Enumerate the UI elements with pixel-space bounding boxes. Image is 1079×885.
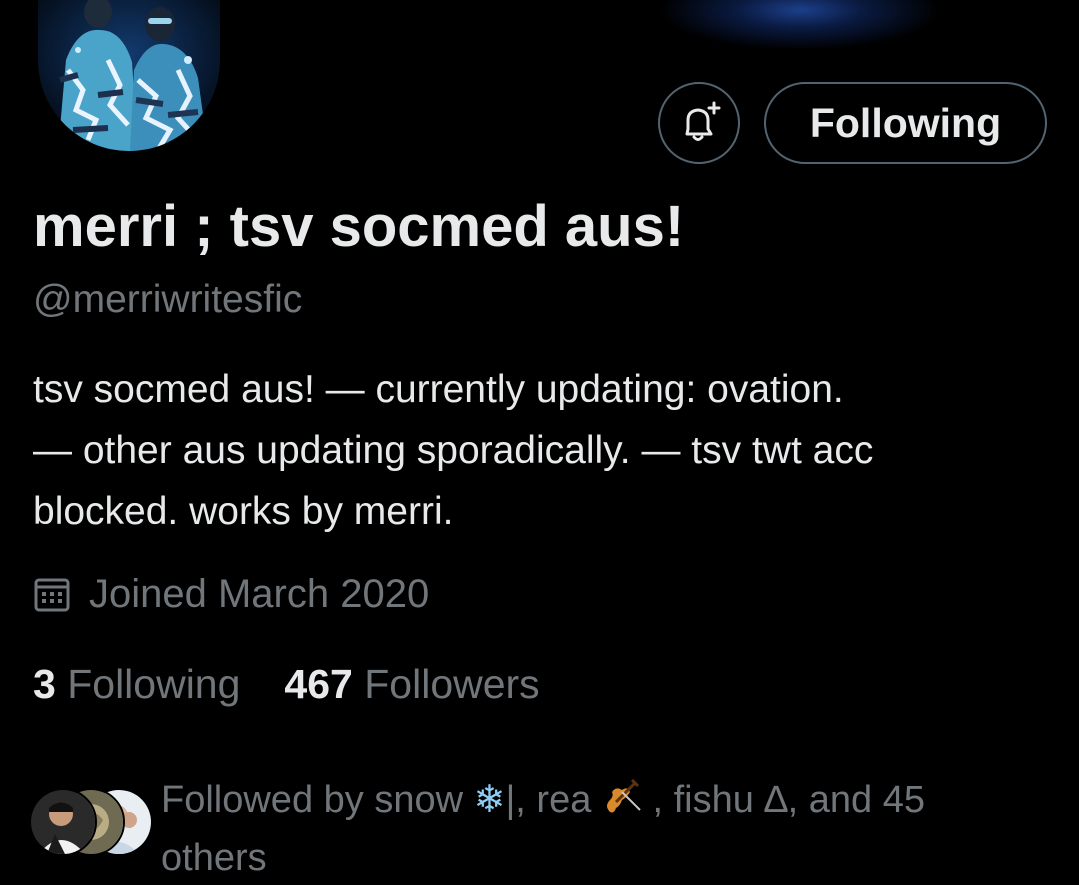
notifications-button[interactable] (658, 82, 740, 164)
followed-by-suffix: , fishu ∆, and 45 (641, 779, 925, 821)
avatar (29, 788, 97, 856)
bio-line: tsv socmed aus! — currently updating: ov… (33, 368, 844, 411)
profile-bio: tsv socmed aus! — currently updating: ov… (33, 359, 1053, 542)
snowflake-icon: ❄ (473, 777, 506, 821)
joined-text: Joined March 2020 (89, 572, 430, 616)
violin-icon (602, 776, 642, 831)
following-button-label: Following (809, 99, 1002, 146)
follow-stats: 3 Following 467 Followers (33, 661, 540, 708)
bell-plus-icon (676, 100, 722, 146)
mutual-followers-avatars[interactable] (29, 788, 153, 856)
display-name: merri ; tsv socmed aus! (33, 194, 685, 259)
profile-avatar[interactable] (38, 0, 220, 151)
followed-by-middle: |, rea (505, 779, 602, 821)
following-count: 3 (33, 661, 56, 707)
following-count-link[interactable]: 3 Following (33, 661, 240, 708)
followed-by-prefix: Followed by snow (161, 779, 474, 821)
followers-count: 467 (284, 661, 353, 707)
followers-label: Followers (364, 661, 540, 707)
user-handle: @merriwritesfic (33, 278, 303, 321)
calendar-icon (33, 576, 71, 614)
bio-line: blocked. works by merri. (33, 490, 454, 533)
followers-count-link[interactable]: 467 Followers (284, 661, 539, 708)
bio-line: — other aus updating sporadically. — tsv… (33, 429, 874, 472)
joined-date: Joined March 2020 (33, 572, 429, 617)
followed-by-text[interactable]: Followed by snow ❄|, rea , fishu ∆, and … (161, 772, 1041, 885)
following-button[interactable]: Following (764, 82, 1047, 164)
following-label: Following (67, 661, 241, 707)
